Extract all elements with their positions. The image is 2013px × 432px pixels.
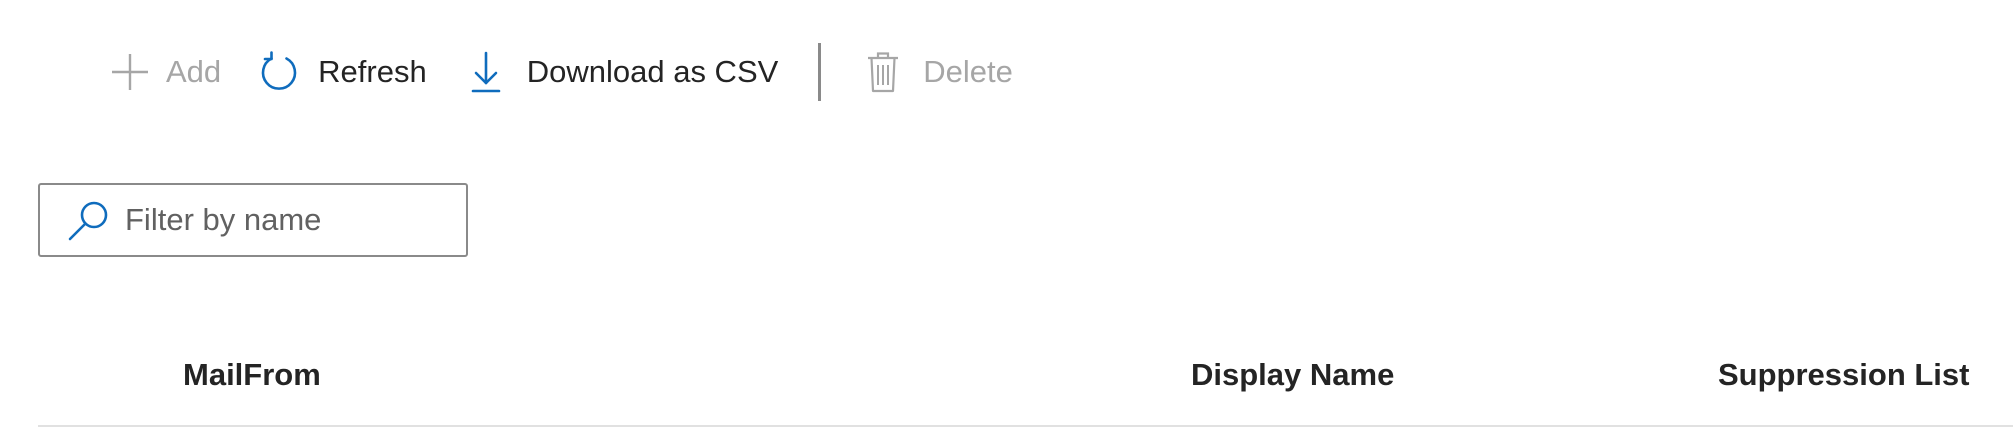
trash-icon: [865, 50, 901, 94]
plus-icon: [108, 50, 152, 94]
command-bar: Add Refresh Download as CSV Delete: [108, 43, 1013, 101]
add-button[interactable]: Add: [108, 44, 221, 100]
delete-button[interactable]: Delete: [865, 44, 1013, 100]
download-csv-button[interactable]: Download as CSV: [469, 44, 779, 100]
column-header-display-name[interactable]: Display Name: [1191, 357, 1394, 393]
column-header-mailfrom[interactable]: MailFrom: [183, 357, 321, 393]
download-csv-button-label: Download as CSV: [526, 54, 779, 89]
filter-search-box[interactable]: [38, 183, 468, 257]
search-icon: [67, 198, 111, 242]
filter-by-name-input[interactable]: [125, 202, 445, 238]
refresh-button[interactable]: Refresh: [257, 44, 427, 100]
delete-button-label: Delete: [923, 54, 1013, 89]
toolbar-divider: [818, 43, 822, 101]
table-header-row: MailFrom Display Name Suppression List: [38, 345, 2013, 427]
download-icon: [469, 50, 503, 94]
add-button-label: Add: [166, 54, 222, 89]
refresh-button-label: Refresh: [318, 54, 427, 89]
column-header-suppression-list[interactable]: Suppression List: [1718, 357, 1969, 393]
page: Add Refresh Download as CSV Delete Filte…: [0, 0, 2013, 432]
refresh-icon: [257, 50, 301, 94]
